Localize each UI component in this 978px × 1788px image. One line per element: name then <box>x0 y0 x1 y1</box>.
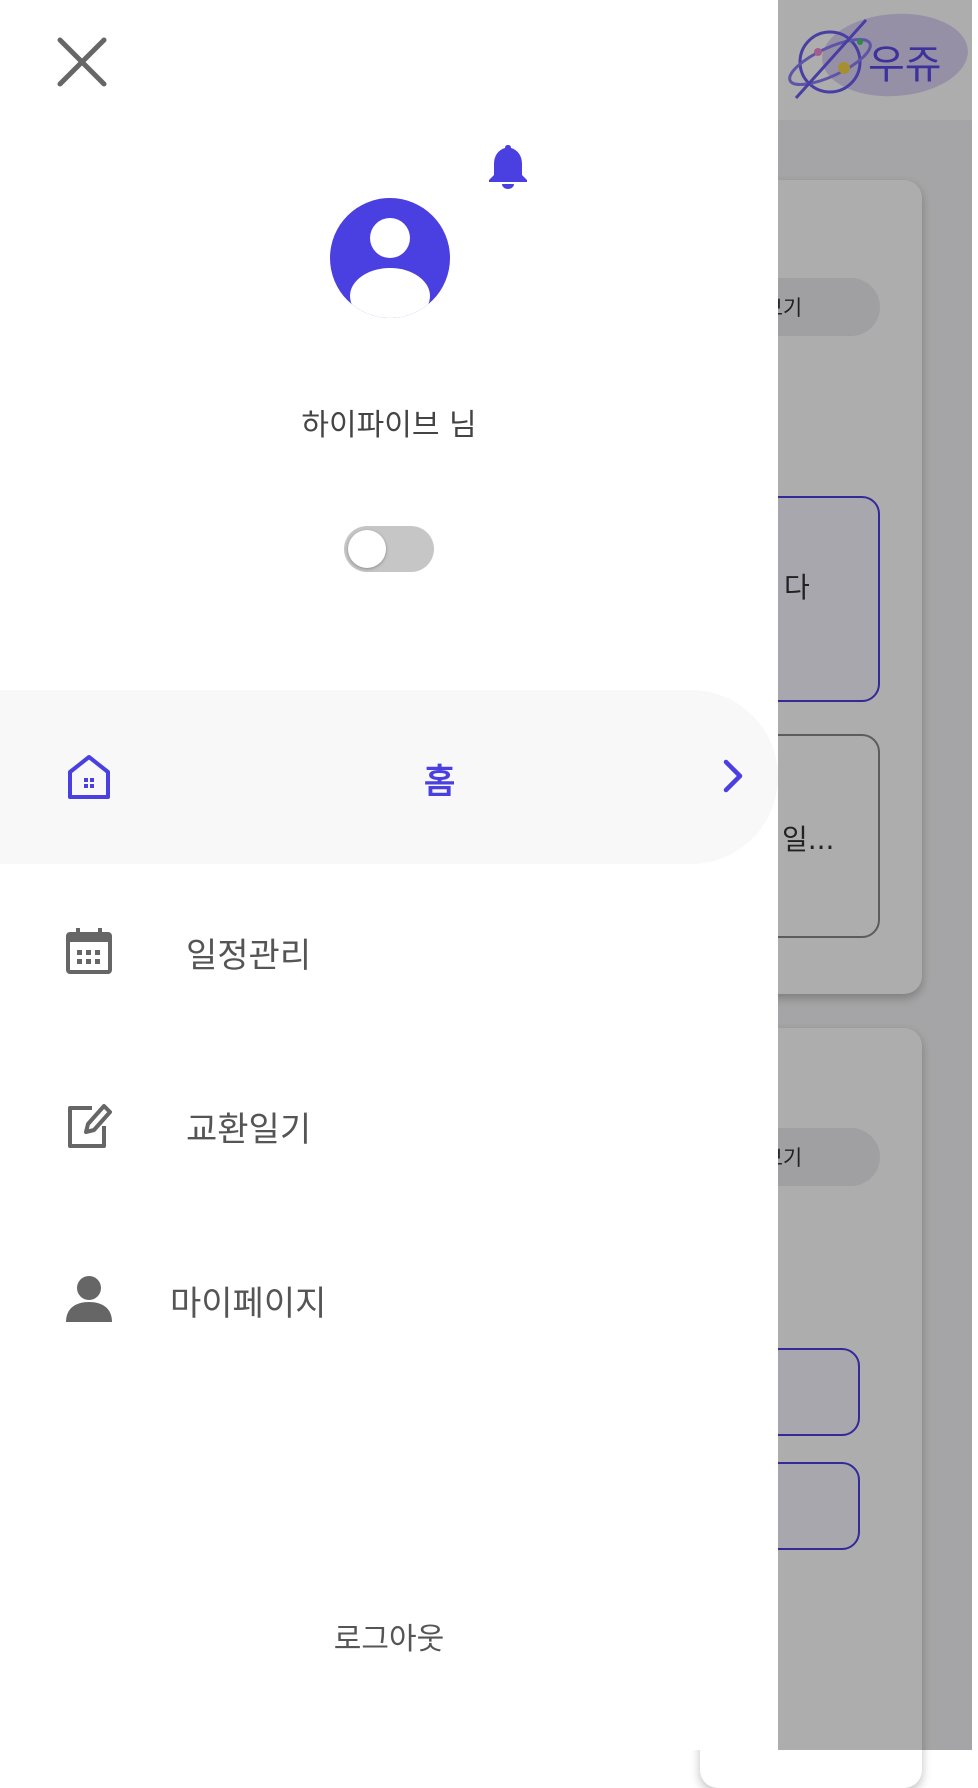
menu-item-label: 마이페이지 <box>170 1284 327 1324</box>
close-icon[interactable] <box>52 32 112 92</box>
avatar-icon <box>330 198 450 318</box>
menu-item-mypage[interactable]: 마이페이지 <box>0 1212 778 1386</box>
menu-item-label: 교환일기 <box>186 1110 312 1150</box>
menu-item-home[interactable]: 홈 <box>0 690 778 864</box>
user-name: 하이파이브 님 <box>301 408 477 443</box>
person-icon <box>66 1276 112 1322</box>
home-icon <box>68 755 110 799</box>
navigation-drawer: 하이파이브 님 홈 일정관리 교환일기 마이페이지 로그아웃 <box>0 0 778 1750</box>
theme-toggle[interactable] <box>344 526 434 572</box>
menu-item-label: 홈 <box>424 762 456 802</box>
calendar-icon <box>66 928 112 974</box>
toggle-knob <box>348 530 386 568</box>
chevron-right-icon <box>723 759 743 793</box>
menu-item-exchange-diary[interactable]: 교환일기 <box>0 1038 778 1212</box>
page-edge <box>972 0 978 1750</box>
edit-note-icon <box>68 1104 112 1148</box>
menu-item-label: 일정관리 <box>186 936 312 976</box>
bell-icon[interactable] <box>486 143 530 189</box>
logout-button[interactable]: 로그아웃 <box>0 1614 778 1658</box>
menu-item-schedule[interactable]: 일정관리 <box>0 864 778 1038</box>
